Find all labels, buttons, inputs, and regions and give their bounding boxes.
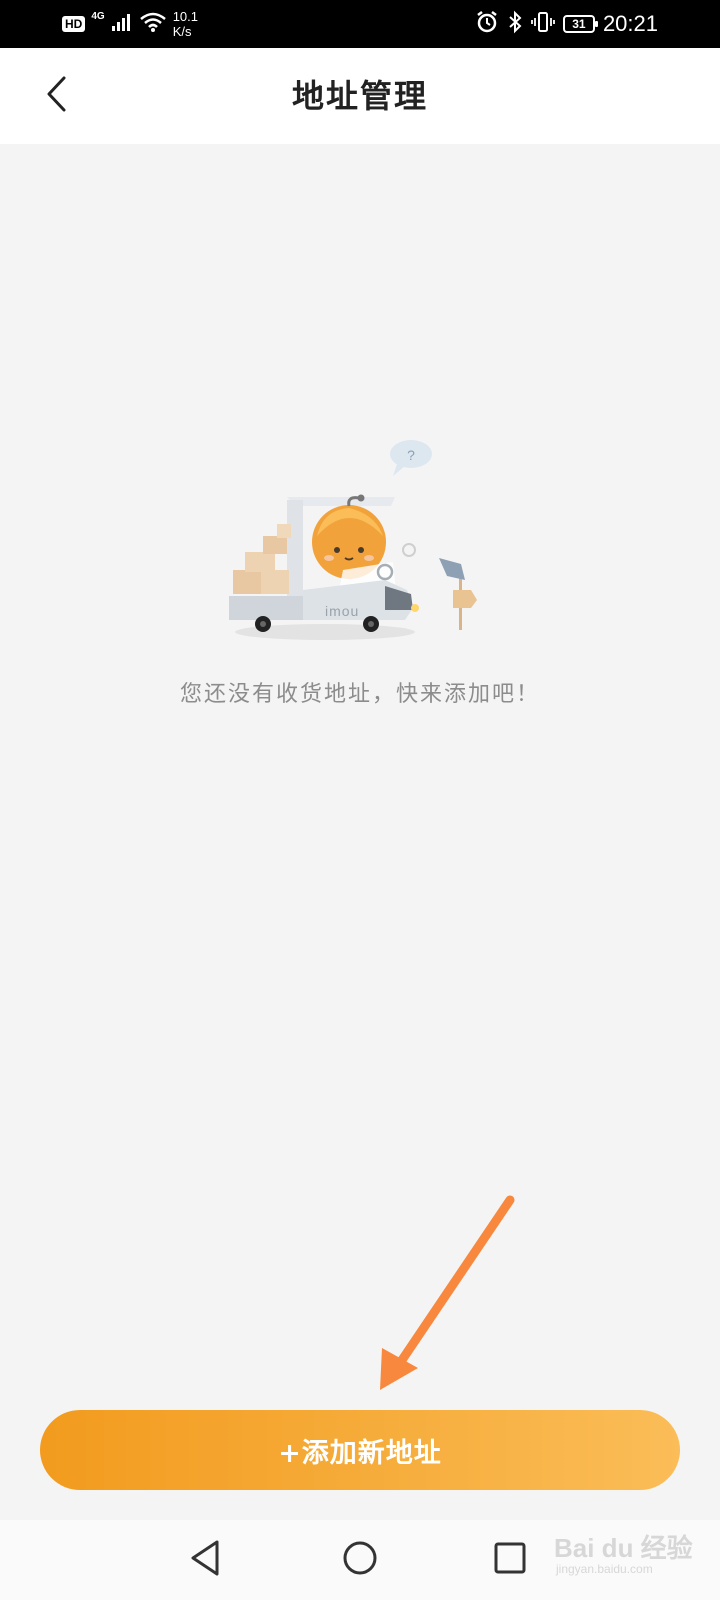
nav-recents-button[interactable]: [488, 1538, 532, 1582]
nav-back-button[interactable]: [183, 1538, 227, 1582]
watermark-url: jingyan.baidu.com: [556, 1562, 653, 1576]
triangle-back-icon: [187, 1538, 223, 1582]
network-speed: 10.1 K/s: [173, 9, 198, 39]
delivery-truck-illustration: ? imou: [225, 440, 495, 650]
baidu-jingyan-watermark: Bai du 经验 jingyan.baidu.com: [548, 1522, 708, 1584]
square-recents-icon: [492, 1540, 528, 1580]
nav-home-button[interactable]: [338, 1538, 382, 1582]
battery-indicator: 31: [562, 15, 598, 33]
wifi-icon: [139, 11, 167, 37]
network-speed-value: 10.1: [172, 9, 198, 24]
circle-home-icon: [340, 1538, 380, 1582]
alarm-icon: [475, 10, 499, 38]
empty-state-message: 您还没有收货地址，快来添加吧！: [179, 682, 540, 707]
status-bar-left: HD 4G 10.1 K/s: [62, 0, 198, 48]
truck-brand-label: imou: [325, 603, 359, 619]
vibrate-icon: [531, 10, 555, 38]
page-title: 地址管理: [291, 77, 428, 115]
signal-icon: [111, 12, 133, 36]
clock: 20:21: [602, 11, 658, 36]
bluetooth-icon: [507, 10, 523, 38]
annotation-arrow: [370, 1190, 530, 1400]
hd-badge: HD: [62, 16, 86, 32]
add-address-button[interactable]: +添加新地址: [40, 1410, 680, 1490]
network-generation: 4G: [91, 10, 105, 22]
status-bar: HD 4G 10.1 K/s 31 20:21: [0, 0, 720, 48]
network-speed-unit: K/s: [172, 24, 192, 39]
status-bar-right: 31 20:21: [475, 0, 658, 48]
bubble-question-mark: ?: [407, 447, 415, 463]
watermark-logo-text: Bai du 经验: [554, 1533, 693, 1563]
header: 地址管理: [0, 48, 720, 144]
